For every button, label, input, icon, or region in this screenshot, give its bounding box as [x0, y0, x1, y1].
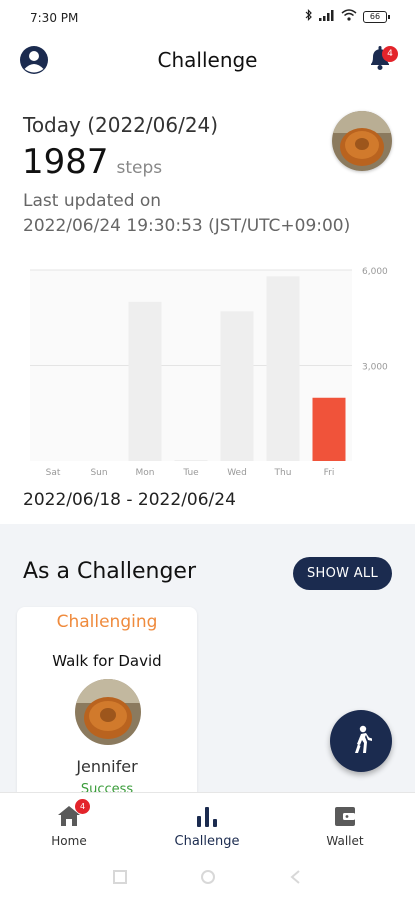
x-tick-label: Sun: [90, 468, 107, 478]
home-system-icon[interactable]: [200, 869, 216, 885]
nav-item-challenge[interactable]: Challenge: [157, 799, 257, 849]
walk-fab-button[interactable]: [330, 710, 392, 772]
last-updated-label: Last updated on: [23, 191, 162, 211]
nav-item-home[interactable]: 4 Home: [19, 799, 119, 849]
bar-thu: [266, 276, 300, 461]
steps-chart-svg: 6,000 3,000 Sat Sun Mon Tue Wed Thu Fri: [30, 267, 388, 478]
nav-item-wallet[interactable]: Wallet: [295, 799, 395, 849]
challenge-title: Walk for David: [52, 652, 162, 670]
walking-person-icon: [355, 725, 372, 753]
date-range: 2022/06/18 - 2022/06/24: [23, 490, 236, 510]
status-time: 7:30 PM: [30, 11, 79, 25]
bar-tue: [174, 460, 208, 461]
signal-icon: [319, 9, 335, 24]
y-tick-label: 3,000: [362, 363, 388, 373]
bar-wed: [220, 311, 254, 461]
status-icons: 66: [305, 9, 390, 24]
nav-label-challenge: Challenge: [174, 834, 240, 849]
x-tick-label: Mon: [136, 468, 155, 478]
wifi-icon: [341, 9, 357, 24]
x-tick-label: Wed: [227, 468, 247, 478]
steps-value: 1987: [22, 142, 109, 182]
steps-unit: steps: [116, 158, 163, 178]
app-header: Challenge 4: [0, 36, 415, 86]
home-badge: 4: [75, 799, 90, 814]
wallet-icon: [335, 807, 355, 826]
system-nav-bar: [0, 852, 415, 900]
bar-chart-icon: [197, 807, 217, 827]
steps-row: 1987 steps: [22, 142, 162, 182]
x-tick-label: Tue: [182, 468, 199, 478]
x-tick-label: Thu: [274, 468, 292, 478]
notifications-button[interactable]: 4: [367, 44, 398, 74]
avatar-image: [75, 679, 141, 745]
user-avatar[interactable]: [332, 111, 392, 171]
bar-mon: [128, 301, 162, 461]
bluetooth-icon: [305, 9, 313, 24]
bar-fri: [312, 397, 346, 461]
avatar-image: [332, 111, 392, 171]
challenge-avatar: [75, 679, 141, 745]
nav-label-home: Home: [51, 834, 87, 848]
x-tick-label: Fri: [324, 468, 335, 478]
challenge-card[interactable]: Challenging Walk for David Jennifer Succ…: [17, 607, 197, 792]
bottom-nav: 4 Home Challenge Wallet: [0, 792, 415, 852]
nav-label-wallet: Wallet: [326, 834, 364, 848]
status-bar: 7:30 PM 66: [0, 0, 415, 36]
last-updated-time: 2022/06/24 19:30:53 (JST/UTC+09:00): [23, 216, 351, 236]
show-all-button[interactable]: SHOW ALL: [293, 557, 392, 590]
steps-chart: 6,000 3,000 Sat Sun Mon Tue Wed Thu Fri: [0, 260, 415, 482]
challenge-result: Success: [80, 782, 134, 792]
battery-icon: 66: [363, 10, 390, 23]
challenge-status: Challenging: [56, 612, 158, 632]
page-title: Challenge: [157, 48, 258, 72]
challenger-name: Jennifer: [76, 757, 138, 776]
today-label: Today (2022/06/24): [23, 113, 219, 137]
y-tick-label: 6,000: [362, 267, 388, 277]
back-icon[interactable]: [288, 869, 304, 885]
recents-icon[interactable]: [112, 869, 128, 885]
section-title: As a Challenger: [23, 559, 197, 584]
x-tick-label: Sat: [46, 468, 61, 478]
notification-badge: 4: [382, 46, 398, 62]
